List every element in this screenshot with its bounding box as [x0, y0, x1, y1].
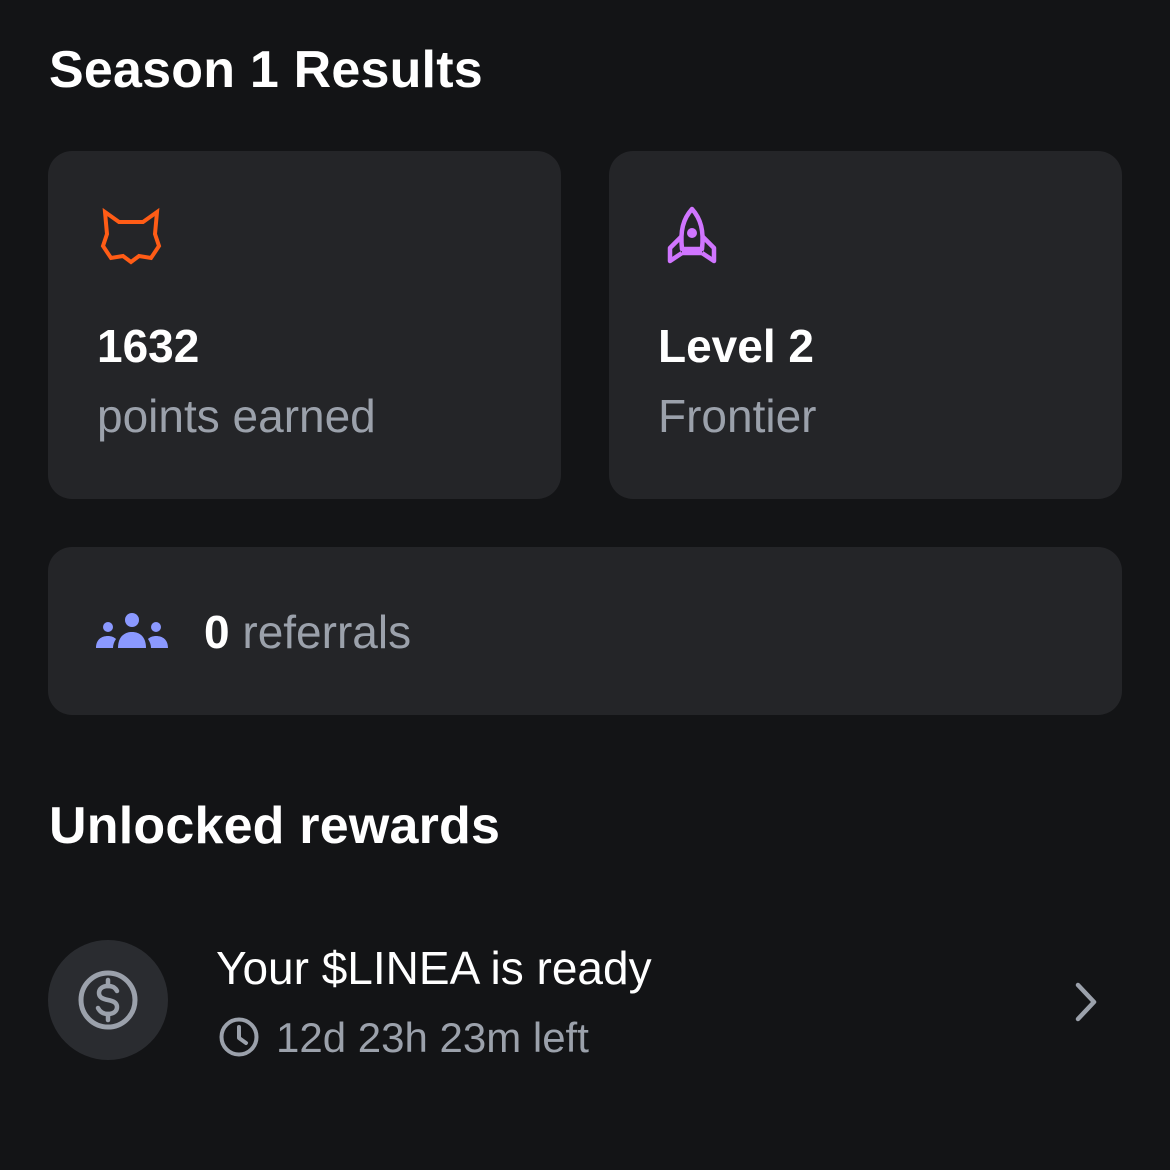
rocket-icon — [667, 206, 717, 264]
level-card: Level 2 Frontier — [609, 151, 1122, 499]
fox-icon — [100, 207, 162, 265]
referrals-count: 0 — [204, 606, 230, 658]
points-value: 1632 — [97, 320, 200, 372]
clock-icon — [219, 1017, 259, 1057]
reward-time-text: 12d 23h 23m left — [276, 1014, 589, 1061]
level-value: Level 2 — [658, 320, 814, 372]
people-group-icon — [96, 613, 168, 648]
level-label: Frontier — [658, 390, 817, 442]
reward-title: Your $LINEA is ready — [216, 942, 652, 994]
reward-item-linea[interactable]: Your $LINEA is ready 12d 23h 23m left — [48, 935, 1122, 1065]
points-card: 1632 points earned — [48, 151, 561, 499]
reward-avatar — [48, 940, 168, 1060]
referrals-label: referrals — [242, 606, 412, 658]
season-results-title: Season 1 Results — [49, 41, 483, 99]
unlocked-rewards-title: Unlocked rewards — [49, 797, 501, 855]
dollar-coin-icon — [78, 970, 138, 1030]
chevron-right-icon[interactable] — [1072, 980, 1102, 1024]
points-label: points earned — [97, 390, 376, 442]
referrals-summary: 0 referrals — [204, 609, 411, 655]
referrals-card: 0 referrals — [48, 547, 1122, 715]
